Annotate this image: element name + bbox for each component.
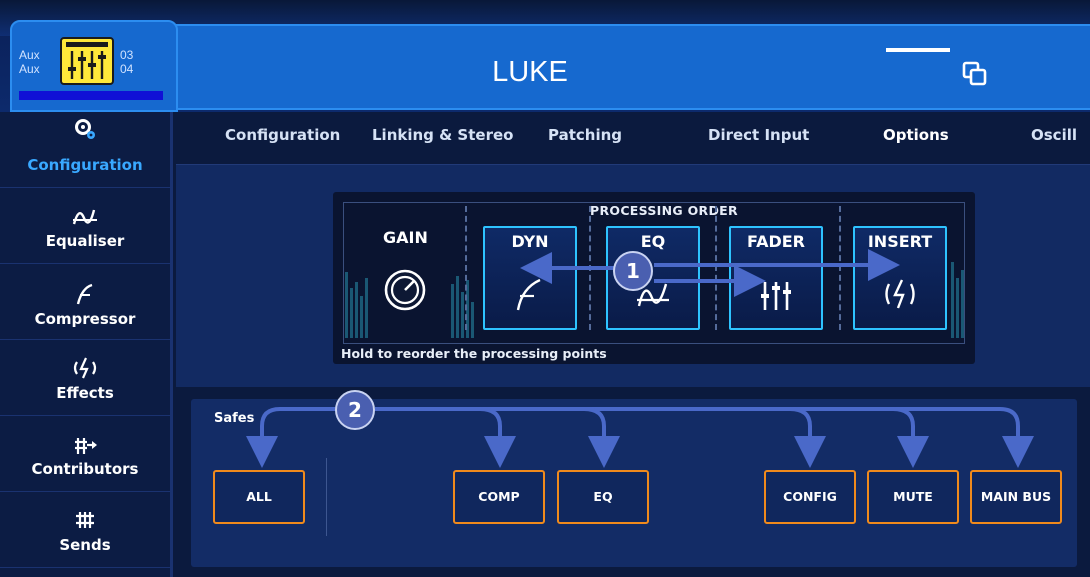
callout-badge-1: 1 bbox=[613, 251, 653, 291]
block-label: DYN bbox=[511, 232, 549, 251]
contributors-icon bbox=[75, 438, 97, 454]
strip-type-label-2: Aux bbox=[19, 62, 40, 76]
sends-icon bbox=[76, 512, 94, 528]
tab-linking-stereo[interactable]: Linking & Stereo bbox=[372, 126, 513, 144]
sidebar-item-equaliser[interactable]: Equaliser bbox=[0, 188, 170, 264]
header-bar: Aux Aux 03 04 LUKE bbox=[0, 0, 1090, 112]
page-title: LUKE bbox=[492, 56, 568, 88]
sidebar-item-label: Effects bbox=[56, 384, 114, 402]
strip-color-bar bbox=[19, 91, 163, 100]
order-divider bbox=[715, 206, 717, 330]
safe-config-button[interactable]: CONFIG bbox=[764, 470, 856, 524]
insert-icon bbox=[885, 279, 915, 309]
sidebar-item-contributors[interactable]: Contributors bbox=[0, 416, 170, 492]
processing-hint: Hold to reorder the processing points bbox=[341, 346, 607, 361]
order-divider bbox=[589, 206, 591, 330]
sidebar: Configuration Equaliser Compressor Effec… bbox=[0, 112, 173, 577]
channel-strip-selector[interactable]: Aux Aux 03 04 bbox=[18, 37, 163, 101]
tab-options[interactable]: Options bbox=[883, 126, 949, 144]
sidebar-item-effects[interactable]: Effects bbox=[0, 340, 170, 416]
gain-knob-icon[interactable] bbox=[383, 268, 427, 312]
safes-divider bbox=[326, 458, 327, 536]
sidebar-item-configuration[interactable]: Configuration bbox=[0, 112, 170, 188]
sidebar-item-label: Configuration bbox=[27, 156, 143, 174]
sidebar-item-label: Compressor bbox=[34, 310, 136, 328]
processing-order-panel: PROCESSING ORDER GAIN DYN EQ FADER INSER… bbox=[333, 192, 975, 364]
copy-icon[interactable] bbox=[961, 60, 989, 88]
safe-eq-button[interactable]: EQ bbox=[557, 470, 649, 524]
dynamics-icon bbox=[516, 278, 541, 311]
tab-bar: Configuration Linking & Stereo Patching … bbox=[176, 112, 1090, 166]
tab-direct-input[interactable]: Direct Input bbox=[708, 126, 809, 144]
strip-number-2: 04 bbox=[120, 62, 134, 76]
channel-fader-icon bbox=[60, 37, 114, 85]
fader-icon bbox=[761, 282, 791, 310]
safe-mute-button[interactable]: MUTE bbox=[867, 470, 959, 524]
safes-label: Safes bbox=[214, 411, 255, 426]
processing-block-dyn[interactable]: DYN bbox=[483, 226, 577, 330]
tab-configuration[interactable]: Configuration bbox=[225, 126, 340, 144]
eq-curve-icon bbox=[72, 209, 97, 225]
block-label: INSERT bbox=[867, 232, 933, 251]
config-gears-icon bbox=[75, 119, 95, 139]
sidebar-item-label: Contributors bbox=[31, 460, 139, 478]
callout-badge-2: 2 bbox=[335, 390, 375, 430]
tab-patching[interactable]: Patching bbox=[548, 126, 622, 144]
safe-all-button[interactable]: ALL bbox=[213, 470, 305, 524]
order-divider bbox=[839, 206, 841, 330]
processing-order-title: PROCESSING ORDER bbox=[584, 203, 744, 218]
sidebar-item-sends[interactable]: Sends bbox=[0, 492, 170, 568]
sidebar-item-compressor[interactable]: Compressor bbox=[0, 264, 170, 340]
effects-icon bbox=[73, 357, 97, 379]
processing-block-fader[interactable]: FADER bbox=[729, 226, 823, 330]
processing-block-insert[interactable]: INSERT bbox=[853, 226, 947, 330]
block-label: EQ bbox=[640, 232, 666, 251]
strip-type-label-1: Aux bbox=[19, 48, 40, 62]
sidebar-item-label: Equaliser bbox=[45, 232, 125, 250]
tab-oscillator[interactable]: Oscill bbox=[1031, 126, 1077, 144]
gain-label: GAIN bbox=[383, 228, 428, 247]
sidebar-item-label: Sends bbox=[59, 536, 111, 554]
strip-number-1: 03 bbox=[120, 48, 134, 62]
compressor-curve-icon bbox=[76, 283, 93, 305]
order-divider bbox=[465, 206, 467, 330]
block-label: FADER bbox=[746, 232, 805, 251]
safe-comp-button[interactable]: COMP bbox=[453, 470, 545, 524]
safe-main-bus-button[interactable]: MAIN BUS bbox=[970, 470, 1062, 524]
active-tab-indicator bbox=[886, 48, 950, 52]
